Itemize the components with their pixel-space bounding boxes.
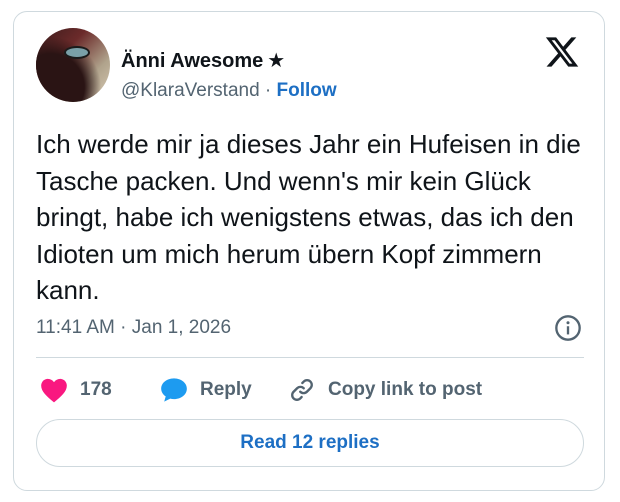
action-bar: 178 Reply Copy link to post	[36, 372, 586, 408]
read-replies-label: Read 12 replies	[240, 432, 380, 453]
reply-label: Reply	[200, 379, 252, 400]
star-badge-icon: ★	[267, 50, 286, 72]
info-icon[interactable]	[554, 314, 582, 342]
avatar-hair	[36, 28, 110, 102]
heart-icon	[41, 378, 67, 403]
author-display-name[interactable]: Änni Awesome	[121, 50, 263, 72]
tweet-text: Ich werde mir ja dieses Jahr ein Hufeise…	[36, 129, 581, 305]
like-button[interactable]: 178	[40, 372, 112, 408]
author-handle-row: @KlaraVerstand · Follow	[121, 80, 337, 102]
read-replies-button[interactable]: Read 12 replies	[36, 419, 584, 467]
tweet-card: Änni Awesome ★ @KlaraVerstand · Follow Ic…	[13, 11, 605, 491]
handle-separator: ·	[264, 80, 272, 101]
speech-bubble-icon	[161, 378, 187, 402]
link-icon	[291, 379, 313, 401]
tweet-timestamp[interactable]: 11:41 AM · Jan 1, 2026	[36, 317, 231, 339]
avatar-eye	[64, 46, 90, 59]
avatar[interactable]	[36, 28, 110, 102]
copy-link-button[interactable]: Copy link to post	[288, 372, 482, 408]
x-logo-icon[interactable]	[544, 34, 580, 70]
like-count: 178	[80, 379, 112, 400]
copy-link-label: Copy link to post	[328, 379, 483, 400]
divider	[36, 357, 584, 358]
reply-button[interactable]: Reply	[160, 372, 252, 408]
follow-button[interactable]: Follow	[277, 80, 337, 101]
author-name-row[interactable]: Änni Awesome ★	[121, 48, 285, 73]
author-handle[interactable]: @KlaraVerstand	[121, 80, 260, 101]
